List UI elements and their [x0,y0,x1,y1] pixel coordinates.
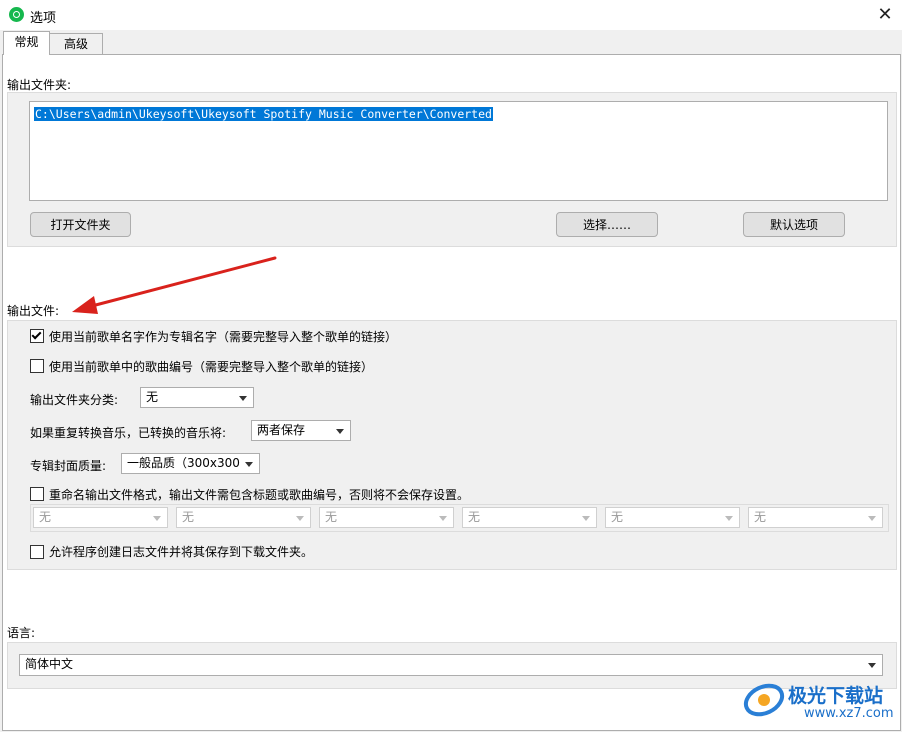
use-playlist-name-checkbox[interactable] [30,329,44,343]
rename-field-1-value: 无 [39,510,52,524]
folder-category-select[interactable]: 无 [140,387,254,408]
folder-category-value: 无 [146,390,159,404]
chevron-down-icon [439,516,447,521]
open-folder-button[interactable]: 打开文件夹 [30,212,131,237]
watermark-url: www.xz7.com [804,706,894,721]
tab-general[interactable]: 常规 [3,31,50,55]
repeat-convert-label: 如果重复转换音乐，已转换的音乐将: [30,426,227,440]
close-button[interactable]: ✕ [872,4,898,26]
chevron-down-icon [296,516,304,521]
allow-log-checkbox[interactable] [30,545,44,559]
rename-field-4-value: 无 [468,510,481,524]
output-folder-label: 输出文件夹: [7,78,72,92]
chevron-down-icon [725,516,733,521]
cover-quality-select[interactable]: 一般品质（300x300 [121,453,260,474]
use-playlist-name-label: 使用当前歌单名字作为专辑名字（需要完整导入整个歌单的链接） [49,330,398,344]
language-value: 简体中文 [25,657,74,671]
window-title: 选项 [30,11,57,26]
rename-field-3: 无 [319,507,454,528]
output-folder-path-text: C:\Users\admin\Ukeysoft\Ukeysoft Spotify… [34,107,493,121]
allow-log-label: 允许程序创建日志文件并将其保存到下载文件夹。 [49,545,314,559]
language-label: 语言: [7,626,36,640]
rename-field-5-value: 无 [611,510,624,524]
repeat-convert-select[interactable]: 两者保存 [251,420,351,441]
use-track-number-checkbox[interactable] [30,359,44,373]
cover-quality-label: 专辑封面质量: [30,459,107,473]
annotation-arrow [72,256,277,314]
rename-field-6-value: 无 [754,510,767,524]
chevron-down-icon [153,516,161,521]
output-folder-path-field[interactable]: C:\Users\admin\Ukeysoft\Ukeysoft Spotify… [29,101,888,201]
chevron-down-icon [868,516,876,521]
cover-quality-value: 一般品质（300x300 [127,456,240,470]
language-select[interactable]: 简体中文 [19,654,883,676]
tab-advanced[interactable]: 高级 [49,33,103,55]
rename-format-checkbox[interactable] [30,487,44,501]
chevron-down-icon [336,429,344,434]
title-bar [0,0,902,30]
rename-field-4: 无 [462,507,597,528]
chevron-down-icon [582,516,590,521]
repeat-convert-value: 两者保存 [257,423,306,437]
rename-field-1: 无 [33,507,168,528]
rename-field-6: 无 [748,507,883,528]
use-track-number-label: 使用当前歌单中的歌曲编号（需要完整导入整个歌单的链接） [49,360,374,374]
rename-field-2-value: 无 [182,510,195,524]
app-icon [9,7,24,22]
rename-format-label: 重命名输出文件格式，输出文件需包含标题或歌曲编号，否则将不会保存设置。 [49,488,470,502]
chevron-down-icon [868,663,876,668]
rename-field-3-value: 无 [325,510,338,524]
output-file-label: 输出文件: [7,304,60,318]
watermark-logo-icon [743,683,785,717]
watermark-text: 极光下载站 [788,685,884,707]
choose-folder-button[interactable]: 选择…… [556,212,658,237]
chevron-down-icon [239,396,247,401]
chevron-down-icon [245,462,253,467]
rename-field-2: 无 [176,507,311,528]
rename-field-5: 无 [605,507,740,528]
folder-category-label: 输出文件夹分类: [30,393,119,407]
default-options-button[interactable]: 默认选项 [743,212,845,237]
